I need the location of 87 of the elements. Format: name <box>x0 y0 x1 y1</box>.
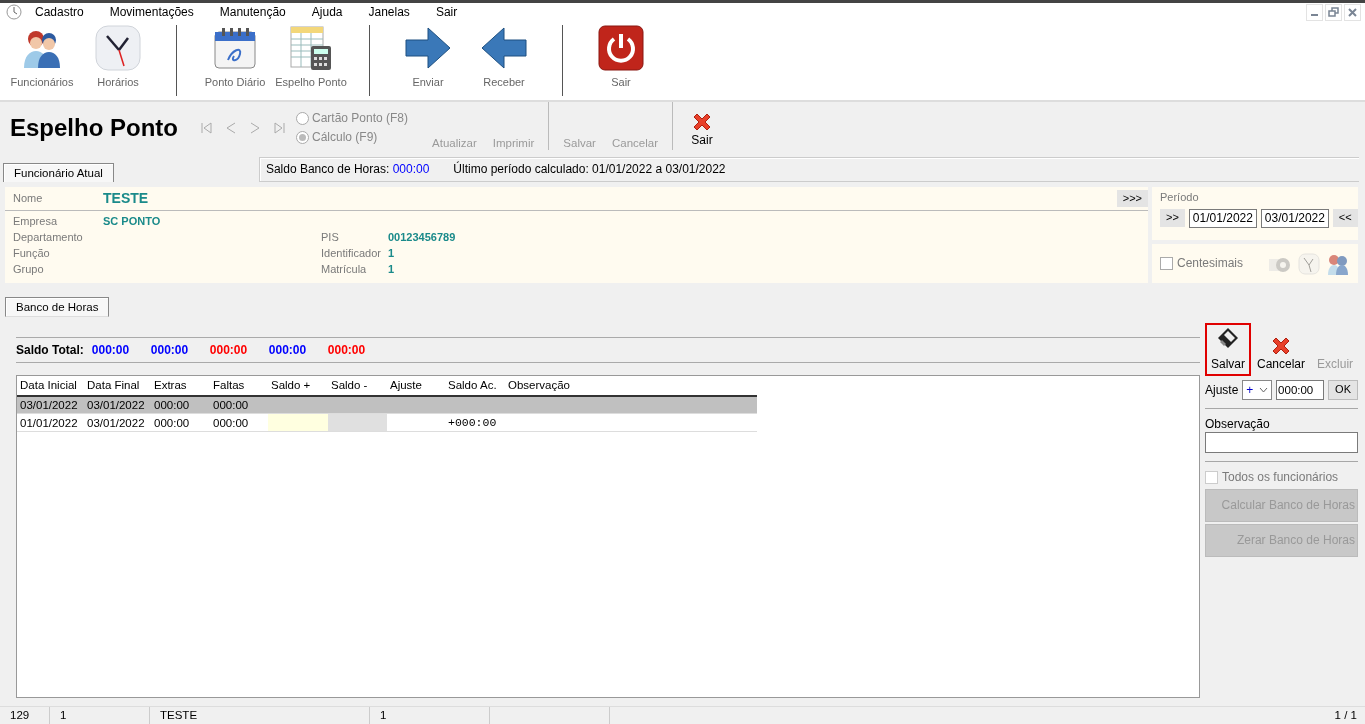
total-value: 000:00 <box>150 342 190 358</box>
period-label: Período <box>1160 191 1200 205</box>
checkbox-label: Centesimais <box>1177 256 1245 271</box>
radio-button[interactable] <box>296 112 309 125</box>
field-value: 1 <box>388 263 395 277</box>
status-text: TESTE <box>160 708 198 723</box>
radio-button[interactable] <box>296 131 309 144</box>
radio-label: Cálculo (F9) <box>312 130 378 145</box>
period-text: Último período calculado: 01/01/2022 a 03/01/2022 <box>453 162 726 177</box>
observation-field[interactable] <box>1205 432 1358 453</box>
menu-item[interactable]: Movimentações <box>96 4 207 20</box>
toolbar-button[interactable]: Espelho Ponto <box>273 24 349 90</box>
column-header[interactable]: Data Inicial <box>17 376 84 396</box>
total-value: 000:00 <box>268 342 308 358</box>
checkbox[interactable] <box>1205 471 1218 484</box>
column-header[interactable]: Extras <box>151 376 210 396</box>
next-icon[interactable] <box>248 121 262 135</box>
balance-text: Saldo Banco de Horas: 000:00 <box>265 162 430 177</box>
exit-button[interactable]: Sair <box>686 109 717 150</box>
power-icon <box>597 24 645 73</box>
column-header[interactable]: Faltas <box>210 376 268 396</box>
menu-item[interactable]: Manutenção <box>206 4 299 20</box>
toolbar-button[interactable]: Enviar <box>390 24 466 90</box>
sign-dropdown[interactable]: + <box>1242 380 1273 400</box>
toolbar-button[interactable]: Sair <box>583 24 659 90</box>
toolbar-button[interactable]: Receber <box>466 24 542 90</box>
column-header[interactable]: Observação <box>505 376 757 396</box>
clock-icon[interactable] <box>1298 252 1320 275</box>
field-label: Observação <box>1205 417 1271 432</box>
date-field[interactable]: 01/01/2022 <box>1188 208 1257 228</box>
menu-item[interactable]: Janelas <box>355 4 423 20</box>
menu-item[interactable]: Sair <box>422 4 471 20</box>
status-text: 1 / 1 <box>1334 708 1358 723</box>
previous-button[interactable]: >> <box>1160 209 1185 228</box>
tab[interactable]: Funcionário Atual <box>3 162 114 182</box>
ok-button[interactable]: OK <box>1328 380 1358 400</box>
total-value: 000:00 <box>91 342 131 358</box>
name-value: TESTE <box>103 189 149 208</box>
checkbox-label: Todos os funcionários <box>1222 470 1339 485</box>
action-button[interactable]: Salvar <box>1205 323 1251 376</box>
field-label: Matrícula <box>321 263 368 277</box>
radio-label: Cartão Ponto (F8) <box>312 111 409 126</box>
table-cell: 000:00 <box>151 413 210 432</box>
field-label: Grupo <box>12 263 45 277</box>
toolbar-button[interactable]: Ponto Diário <box>197 24 273 90</box>
caret-icon <box>1259 387 1269 393</box>
total-value: 000:00 <box>327 342 367 358</box>
totals-label: Saldo Total: <box>16 342 84 358</box>
time-field[interactable]: 000:00 <box>1276 380 1325 400</box>
column-header[interactable]: Ajuste <box>387 376 445 396</box>
menu-item[interactable]: Cadastro <box>22 4 97 20</box>
date-field[interactable]: 03/01/2022 <box>1260 208 1329 228</box>
field-label: Nome <box>12 191 44 206</box>
table-cell: 03/01/2022 <box>84 413 151 432</box>
first-icon[interactable] <box>200 121 214 135</box>
action-button[interactable]: Cancelar <box>1251 331 1312 376</box>
field-value: 00123456789 <box>388 231 456 245</box>
column-header[interactable]: Data Final <box>84 376 151 396</box>
column-header[interactable]: Saldo - <box>328 376 387 396</box>
field-label: Identificador <box>321 247 382 261</box>
toolbar-button[interactable]: Funcionários <box>4 24 80 90</box>
table-cell: 01/01/2022 <box>17 413 84 432</box>
clock-icon <box>94 24 142 73</box>
field-value: 1 <box>388 247 395 261</box>
column-header[interactable]: Saldo + <box>268 376 328 396</box>
field-value: SC PONTO <box>103 215 162 229</box>
table-cell: +000:00 <box>445 413 505 432</box>
column-header[interactable]: Saldo Ac. <box>445 376 505 396</box>
restore-icon[interactable] <box>1326 4 1341 20</box>
field-label: Departamento <box>12 231 84 245</box>
field-label: Ajuste <box>1205 382 1239 398</box>
field-label: Empresa <box>12 215 59 229</box>
next-button[interactable]: << <box>1332 209 1358 228</box>
menu-item[interactable]: Ajuda <box>298 4 356 20</box>
more-button[interactable]: >>> <box>1116 189 1148 208</box>
checkbox[interactable] <box>1160 257 1173 270</box>
toolbar-button[interactable]: Horários <box>80 24 156 90</box>
total-value: 000:00 <box>209 342 249 358</box>
tab[interactable]: Banco de Horas <box>5 297 110 318</box>
field-label: PIS <box>321 231 340 245</box>
field-label: Função <box>12 247 51 261</box>
status-text: 1 <box>60 708 67 723</box>
status-text: 129 <box>10 708 30 723</box>
form-title: Espelho Ponto <box>10 113 178 143</box>
status-text: 1 <box>380 708 387 723</box>
last-icon[interactable] <box>272 121 286 135</box>
previous-icon[interactable] <box>224 121 238 135</box>
